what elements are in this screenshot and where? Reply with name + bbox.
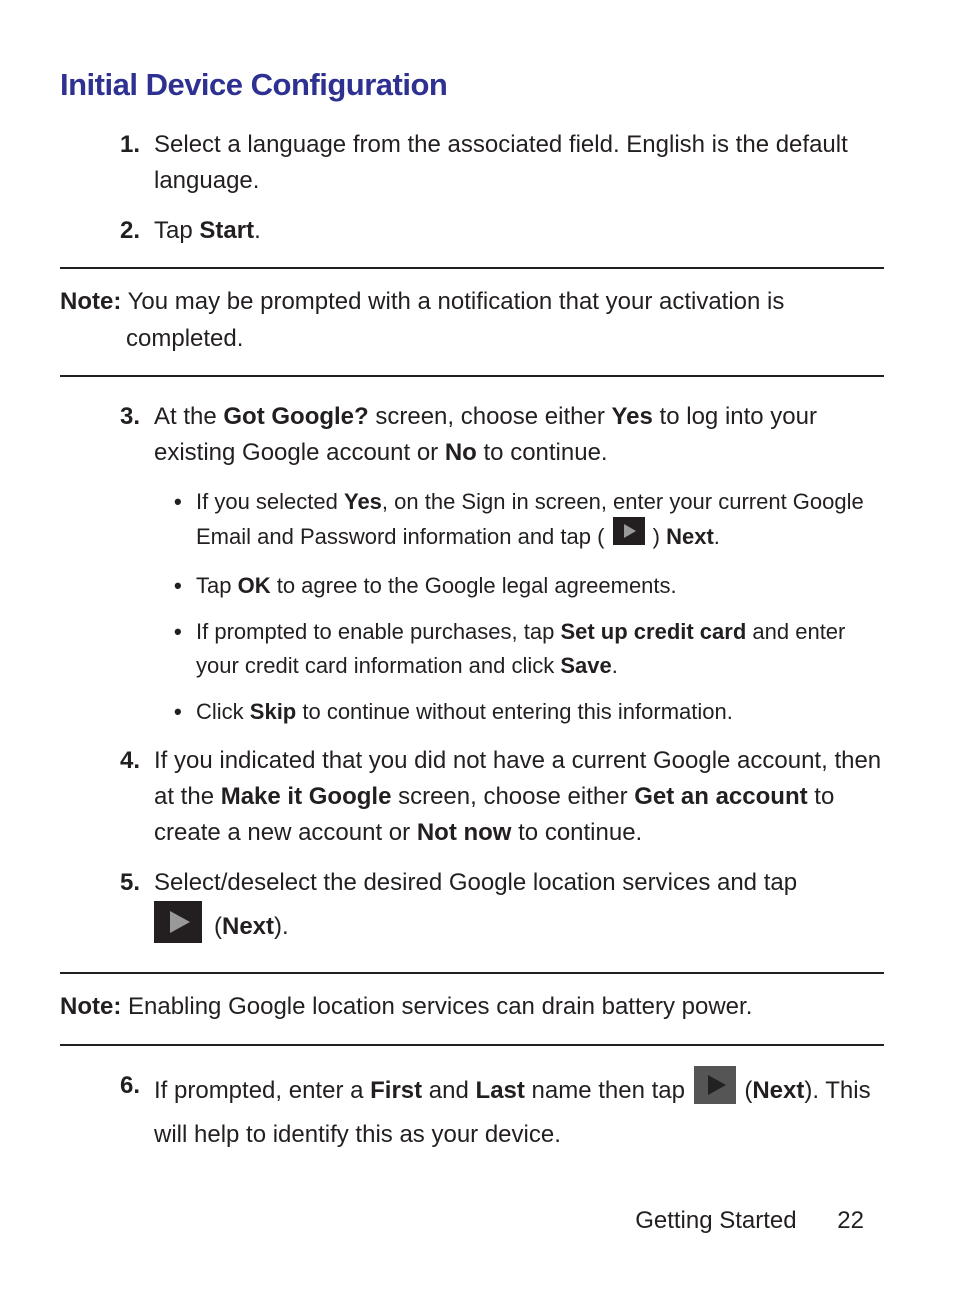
step-number: 1. — [100, 127, 140, 163]
sub-item: Tap OK to agree to the Google legal agre… — [174, 569, 884, 603]
step-number: 5. — [100, 865, 140, 901]
note-label: Note: — [60, 993, 121, 1020]
step-number: 4. — [100, 743, 140, 779]
note-activation: Note: You may be prompted with a notific… — [60, 267, 884, 377]
sub-item: Click Skip to continue without entering … — [174, 695, 884, 729]
step-text: Select a language from the associated fi… — [154, 131, 848, 194]
sub-item: If you selected Yes, on the Sign in scre… — [174, 485, 884, 557]
footer-section: Getting Started — [635, 1207, 796, 1234]
step-text: If prompted, enter a First and Last name… — [154, 1077, 871, 1147]
step-text: At the Got Google? screen, choose either… — [154, 403, 817, 466]
step-6: 6. If prompted, enter a First and Last n… — [100, 1068, 884, 1153]
step-list-cont: 3. At the Got Google? screen, choose eit… — [60, 399, 884, 955]
step-number: 3. — [100, 399, 140, 435]
step-text: If you indicated that you did not have a… — [154, 747, 881, 846]
note-text: You may be prompted with a notification … — [121, 288, 784, 315]
step-4: 4. If you indicated that you did not hav… — [100, 743, 884, 851]
step-1: 1. Select a language from the associated… — [100, 127, 884, 199]
step-2: 2. Tap Start. — [100, 213, 884, 249]
note-continuation: completed. — [126, 320, 884, 357]
sub-item: If prompted to enable purchases, tap Set… — [174, 615, 884, 683]
note-location: Note: Enabling Google location services … — [60, 972, 884, 1045]
note-text: Enabling Google location services can dr… — [121, 993, 752, 1020]
note-label: Note: — [60, 288, 121, 315]
step-list: 1. Select a language from the associated… — [60, 127, 884, 249]
play-icon — [613, 517, 645, 555]
play-icon — [694, 1066, 736, 1115]
step-5: 5. Select/deselect the desired Google lo… — [100, 865, 884, 954]
step-number: 6. — [100, 1068, 140, 1104]
page-title: Initial Device Configuration — [60, 62, 884, 109]
step-3: 3. At the Got Google? screen, choose eit… — [100, 399, 884, 730]
step-text: Select/deselect the desired Google locat… — [154, 869, 797, 940]
step-text: Tap Start. — [154, 217, 261, 244]
step-list-cont2: 6. If prompted, enter a First and Last n… — [60, 1068, 884, 1153]
sub-list: If you selected Yes, on the Sign in scre… — [154, 485, 884, 730]
page-footer: Getting Started 22 — [635, 1203, 864, 1239]
play-icon — [154, 901, 202, 954]
step-number: 2. — [100, 213, 140, 249]
footer-page-number: 22 — [837, 1207, 864, 1234]
